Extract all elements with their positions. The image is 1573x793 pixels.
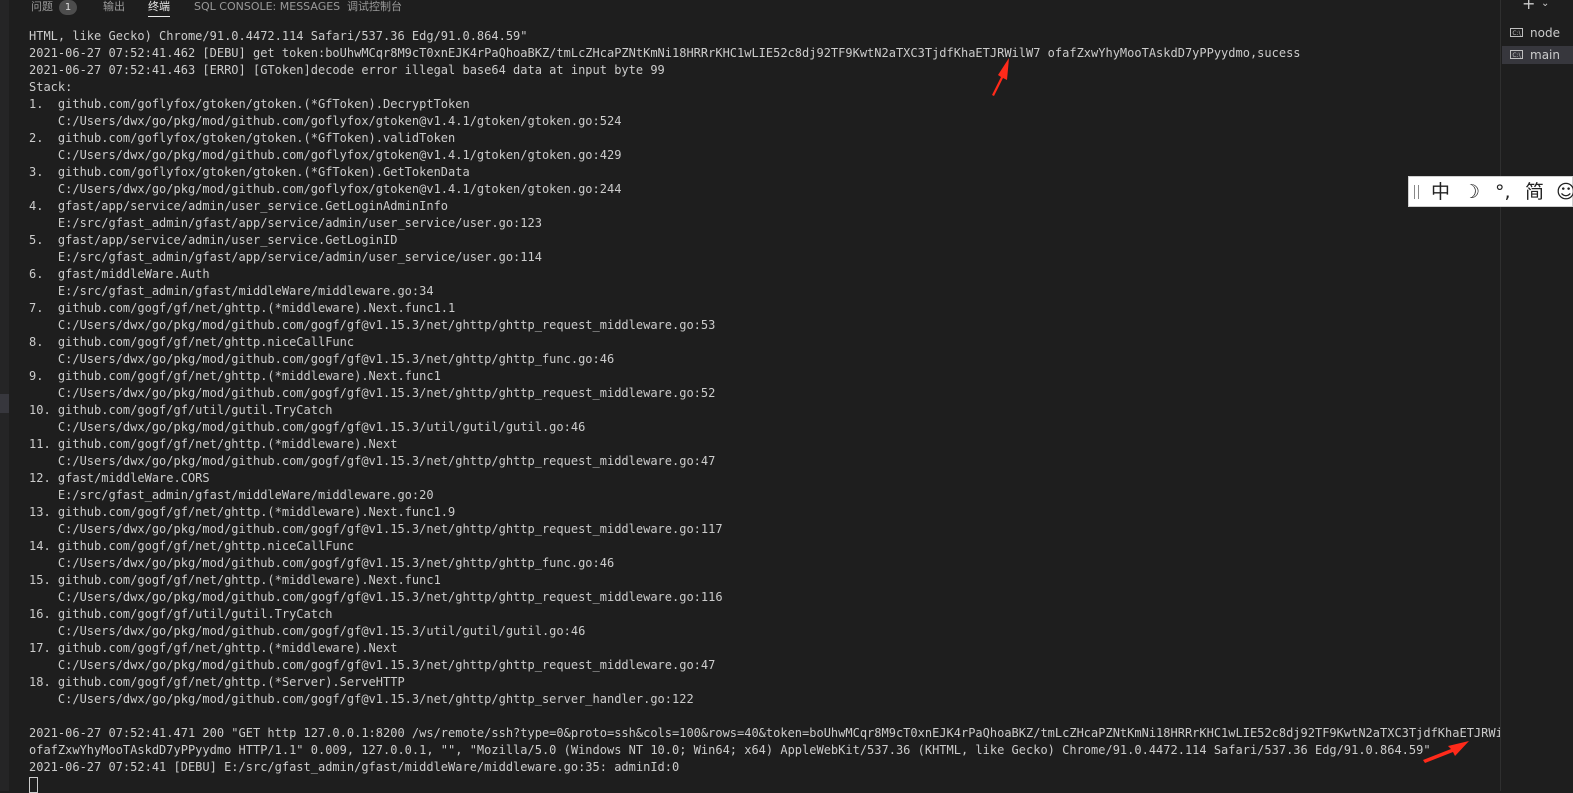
terminal-line: 17. github.com/gogf/gf/net/ghttp.(*middl…: [29, 641, 398, 655]
tab-debug-console[interactable]: 调试控制台: [347, 0, 402, 16]
terminal-line: C:/Users/dwx/go/pkg/mod/github.com/gogf/…: [29, 352, 615, 366]
terminal-line: C:/Users/dwx/go/pkg/mod/github.com/gogf/…: [29, 624, 586, 638]
terminal-item-node[interactable]: C:\ node: [1502, 24, 1573, 42]
tab-terminal[interactable]: 终端: [148, 0, 170, 17]
terminal-line: 2021-06-27 07:52:41.462 [DEBU] get token…: [29, 46, 1301, 60]
terminal-line: C:/Users/dwx/go/pkg/mod/github.com/gogf/…: [29, 386, 716, 400]
tab-label: 调试控制台: [347, 0, 402, 13]
panel-tab-bar: 问题 1 输出 终端 SQL CONSOLE: MESSAGES 调试控制台: [0, 0, 1500, 18]
terminal-line: C:/Users/dwx/go/pkg/mod/github.com/gogf/…: [29, 420, 586, 434]
tab-label: 输出: [103, 0, 125, 13]
ime-toolbar: 中 ☽ °, 简 ☺: [1408, 176, 1573, 207]
terminal-line: 2021-06-27 07:52:41.463 [ERRO] [GToken]d…: [29, 63, 665, 77]
annotation-arrow-bottom: [1423, 741, 1469, 763]
tab-sql-console-messages[interactable]: SQL CONSOLE: MESSAGES: [194, 0, 340, 16]
terminal-line: 18. github.com/gogf/gf/net/ghttp.(*Serve…: [29, 675, 405, 689]
terminal-line: 9. github.com/gogf/gf/net/ghttp.(*middle…: [29, 369, 441, 383]
tab-problems[interactable]: 问题 1: [31, 0, 77, 16]
plus-icon[interactable]: +: [1522, 0, 1535, 13]
terminal-line: 2021-06-27 07:52:41.471 200 "GET http 12…: [29, 726, 1532, 740]
terminal-line: E:/src/gfast_admin/gfast/middleWare/midd…: [29, 284, 434, 298]
terminal-list-panel: [1500, 0, 1573, 791]
terminal-line: C:/Users/dwx/go/pkg/mod/github.com/gogf/…: [29, 318, 716, 332]
tab-label: 终端: [148, 0, 170, 13]
terminal-line: 10. github.com/gogf/gf/util/gutil.TryCat…: [29, 403, 333, 417]
terminal-line: C:/Users/dwx/go/pkg/mod/github.com/gofly…: [29, 148, 622, 162]
terminal-line: ofafZxwYhyMooTAskdD7yPPyydmo HTTP/1.1" 0…: [29, 743, 1431, 757]
terminal-line: 1. github.com/goflyfox/gtoken/gtoken.(*G…: [29, 97, 470, 111]
ime-emoji-icon[interactable]: ☺: [1556, 181, 1573, 203]
ime-drag-handle[interactable]: [1414, 185, 1419, 199]
terminal-icon: C:\: [1510, 28, 1523, 37]
terminal-icon: C:\: [1510, 50, 1523, 59]
terminal-cursor: [29, 776, 38, 793]
annotation-arrow-top: [992, 58, 1009, 96]
terminal-line: E:/src/gfast_admin/gfast/app/service/adm…: [29, 250, 542, 264]
terminal-prompt-line[interactable]: [29, 776, 1499, 793]
ime-moon-icon[interactable]: ☽: [1463, 181, 1480, 203]
ime-simplified[interactable]: 简: [1525, 181, 1544, 203]
terminal-line: 3. github.com/goflyfox/gtoken/gtoken.(*G…: [29, 165, 470, 179]
terminal-line: 5. gfast/app/service/admin/user_service.…: [29, 233, 398, 247]
terminal-line: 11. github.com/gogf/gf/net/ghttp.(*middl…: [29, 437, 398, 451]
tab-label: SQL CONSOLE: MESSAGES: [194, 0, 341, 13]
terminal-output[interactable]: HTML, like Gecko) Chrome/91.0.4472.114 S…: [29, 28, 1532, 793]
terminal-line: 13. github.com/gogf/gf/net/ghttp.(*middl…: [29, 505, 456, 519]
terminal-line: 8. github.com/gogf/gf/net/ghttp.niceCall…: [29, 335, 355, 349]
terminal-line: 2. github.com/goflyfox/gtoken/gtoken.(*G…: [29, 131, 456, 145]
terminal-line: HTML, like Gecko) Chrome/91.0.4472.114 S…: [29, 29, 528, 43]
left-gutter-marker: [0, 394, 9, 413]
terminal-item-label: node: [1530, 26, 1560, 40]
terminal-line: 4. gfast/app/service/admin/user_service.…: [29, 199, 449, 213]
terminal-item-label: main: [1530, 48, 1560, 62]
terminal-line: C:/Users/dwx/go/pkg/mod/github.com/gogf/…: [29, 658, 716, 672]
terminal-line: E:/src/gfast_admin/gfast/middleWare/midd…: [29, 488, 434, 502]
terminal-line: 14. github.com/gogf/gf/net/ghttp.niceCal…: [29, 539, 355, 553]
terminal-item-main[interactable]: C:\ main: [1502, 46, 1573, 64]
terminal-line: C:/Users/dwx/go/pkg/mod/github.com/gogf/…: [29, 590, 723, 604]
terminal-line: C:/Users/dwx/go/pkg/mod/github.com/gofly…: [29, 114, 622, 128]
ime-chinese-mode[interactable]: 中: [1431, 181, 1450, 203]
terminal-line: 2021-06-27 07:52:41 [DEBU] E:/src/gfast_…: [29, 760, 680, 774]
terminal-line: C:/Users/dwx/go/pkg/mod/github.com/gogf/…: [29, 454, 716, 468]
terminal-line: C:/Users/dwx/go/pkg/mod/github.com/gogf/…: [29, 522, 723, 536]
ime-punctuation[interactable]: °,: [1495, 181, 1511, 203]
terminal-line: 6. gfast/middleWare.Auth: [29, 267, 210, 281]
terminal-line: Stack:: [29, 80, 73, 94]
terminal-line: 7. github.com/gogf/gf/net/ghttp.(*middle…: [29, 301, 456, 315]
problems-count-badge: 1: [59, 0, 77, 15]
tab-label: 问题: [31, 0, 53, 13]
terminal-line: C:/Users/dwx/go/pkg/mod/github.com/gofly…: [29, 182, 622, 196]
terminal-line: 15. github.com/gogf/gf/net/ghttp.(*middl…: [29, 573, 441, 587]
terminal-line: 12. gfast/middleWare.CORS: [29, 471, 210, 485]
terminal-line: 16. github.com/gogf/gf/util/gutil.TryCat…: [29, 607, 333, 621]
terminal-line: C:/Users/dwx/go/pkg/mod/github.com/gogf/…: [29, 692, 694, 706]
tab-output[interactable]: 输出: [103, 0, 125, 16]
terminal-line: C:/Users/dwx/go/pkg/mod/github.com/gogf/…: [29, 556, 615, 570]
terminal-line: E:/src/gfast_admin/gfast/app/service/adm…: [29, 216, 542, 230]
chevron-down-icon[interactable]: ⌄: [1541, 0, 1549, 9]
